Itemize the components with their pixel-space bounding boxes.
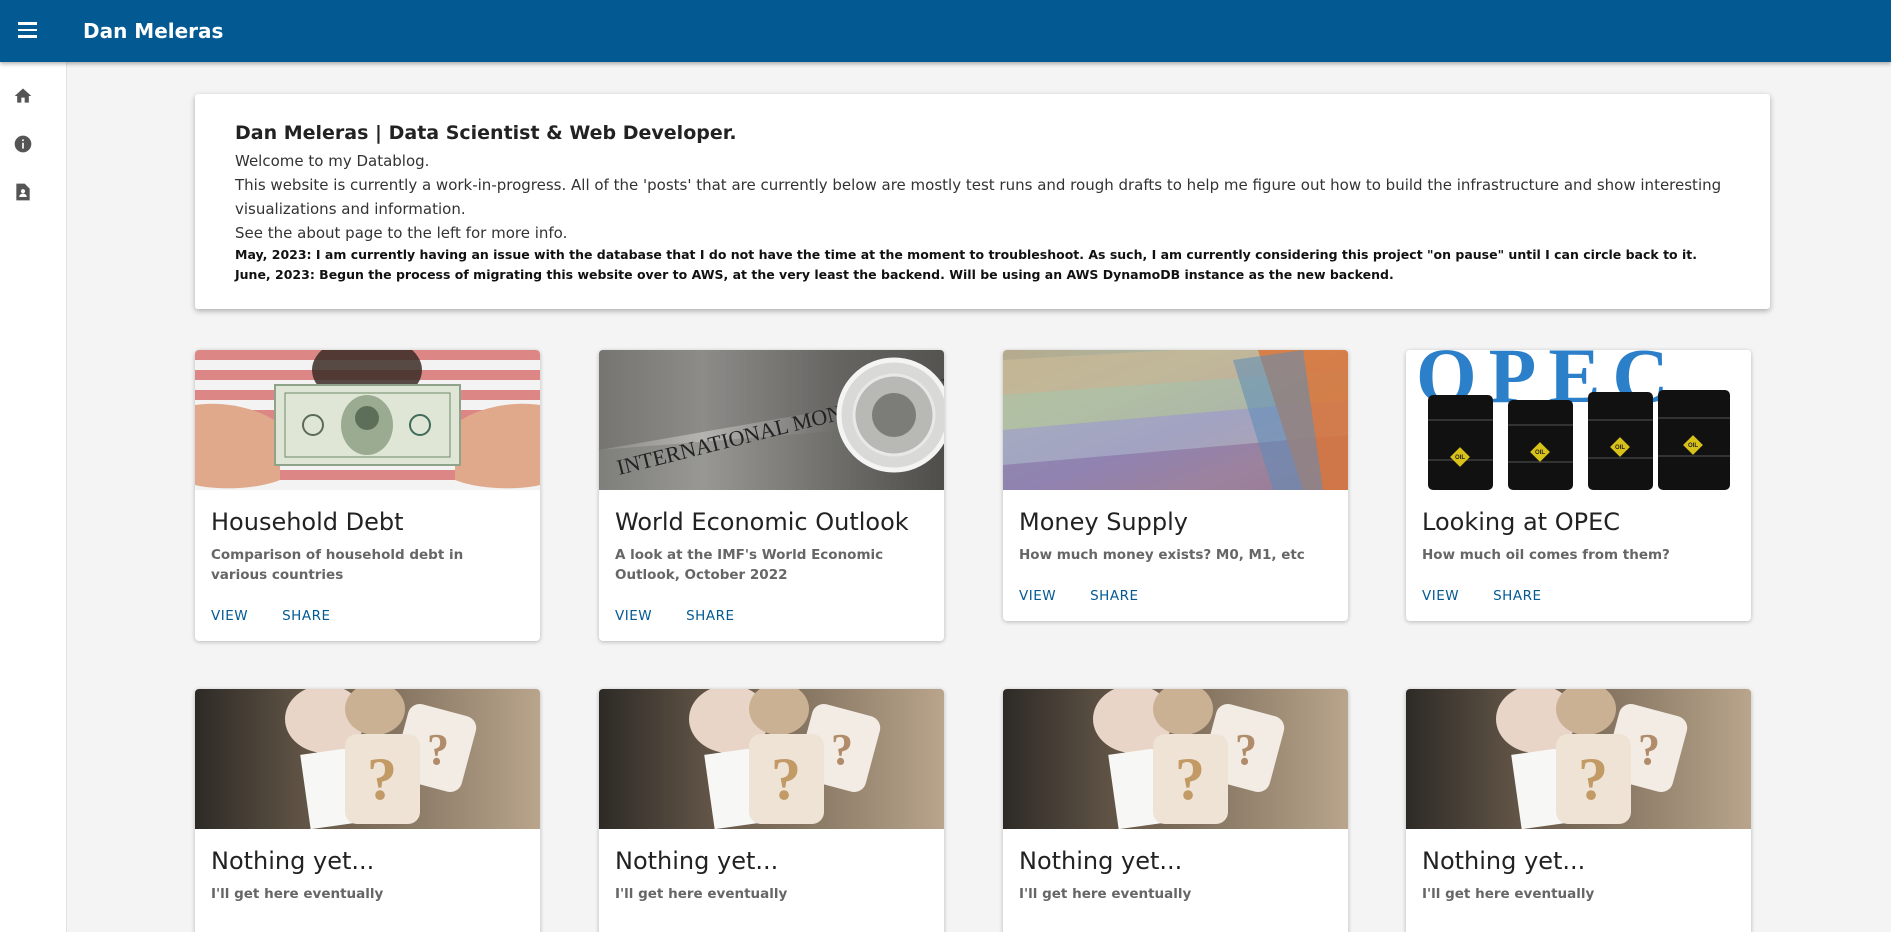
intro-wip: This website is currently a work-in-prog… [235,176,1722,218]
card-title[interactable]: Nothing yet... [1019,847,1332,875]
view-button[interactable]: VIEW [1011,583,1064,609]
card-title[interactable]: Nothing yet... [615,847,928,875]
card-title[interactable]: Nothing yet... [1422,847,1735,875]
intro-panel: Dan Meleras | Data Scientist & Web Devel… [195,94,1770,309]
card-image[interactable] [1003,350,1348,490]
home-icon[interactable] [11,84,35,108]
info-icon[interactable] [11,132,35,156]
app-title[interactable]: Dan Meleras [83,19,223,43]
question-icon: ? [1578,746,1608,812]
view-button[interactable]: VIEW [607,603,660,629]
card-description: Comparison of household debt in various … [211,547,464,583]
post-card: ? ? Nothing yet... I'll get here eventua… [1003,689,1348,932]
card-description: How much oil comes from them? [1422,547,1670,563]
card-image[interactable]: OPEC OIL OIL OIL OIL [1406,350,1751,490]
app-bar: Dan Meleras [0,0,1891,62]
card-description: I'll get here eventually [615,886,788,902]
question-icon: ? [831,725,853,774]
resume-icon[interactable] [11,180,35,204]
card-description: I'll get here eventually [1019,886,1192,902]
card-title[interactable]: Household Debt [211,508,524,536]
barrel-label: OIL [1688,443,1698,449]
intro-welcome: Welcome to my Datablog. [235,152,430,170]
card-image[interactable]: ? ? [195,689,540,829]
post-card: ? ? Nothing yet... I'll get here eventua… [1406,689,1751,932]
barrel-label: OIL [1615,445,1625,451]
card-title[interactable]: World Economic Outlook [615,508,928,536]
card-description: How much money exists? M0, M1, etc [1019,547,1305,563]
barrel-label: OIL [1455,455,1465,461]
card-description: I'll get here eventually [1422,886,1595,902]
share-button[interactable]: SHARE [1082,583,1146,609]
question-icon: ? [1638,725,1660,774]
card-image[interactable]: ? ? [1406,689,1751,829]
question-icon: ? [1235,725,1257,774]
card-title[interactable]: Money Supply [1019,508,1332,536]
card-image[interactable]: ? ? [1003,689,1348,829]
card-title[interactable]: Looking at OPEC [1422,508,1735,536]
post-card: ? ? Nothing yet... I'll get here eventua… [599,689,944,932]
card-image[interactable]: INTERNATIONAL MONETARY FUND [599,350,944,490]
question-icon: ? [1175,746,1205,812]
post-card: OPEC OIL OIL OIL OIL Looking at OPEC How… [1406,350,1751,621]
post-card: Money Supply How much money exists? M0, … [1003,350,1348,621]
question-icon: ? [771,746,801,812]
post-card: Household Debt Comparison of household d… [195,350,540,641]
intro-note-june: June, 2023: Begun the process of migrati… [235,267,1394,282]
card-description: I'll get here eventually [211,886,384,902]
share-button[interactable]: SHARE [1485,583,1549,609]
card-image[interactable] [195,350,540,490]
share-button[interactable]: SHARE [678,603,742,629]
card-title[interactable]: Nothing yet... [211,847,524,875]
barrel-label: OIL [1535,450,1545,456]
intro-about: See the about page to the left for more … [235,224,568,242]
view-button[interactable]: VIEW [1414,583,1467,609]
card-image[interactable]: ? ? [599,689,944,829]
intro-heading: Dan Meleras | Data Scientist & Web Devel… [235,122,737,144]
sidebar [0,62,67,932]
question-icon: ? [427,725,449,774]
intro-note-may: May, 2023: I am currently having an issu… [235,247,1697,262]
menu-icon[interactable] [12,15,42,45]
share-button[interactable]: SHARE [274,603,338,629]
view-button[interactable]: VIEW [203,603,256,629]
card-description: A look at the IMF's World Economic Outlo… [615,547,884,583]
post-card: ? ? Nothing yet... I'll get here eventua… [195,689,540,932]
post-card: INTERNATIONAL MONETARY FUND World Econom… [599,350,944,641]
question-icon: ? [367,746,397,812]
